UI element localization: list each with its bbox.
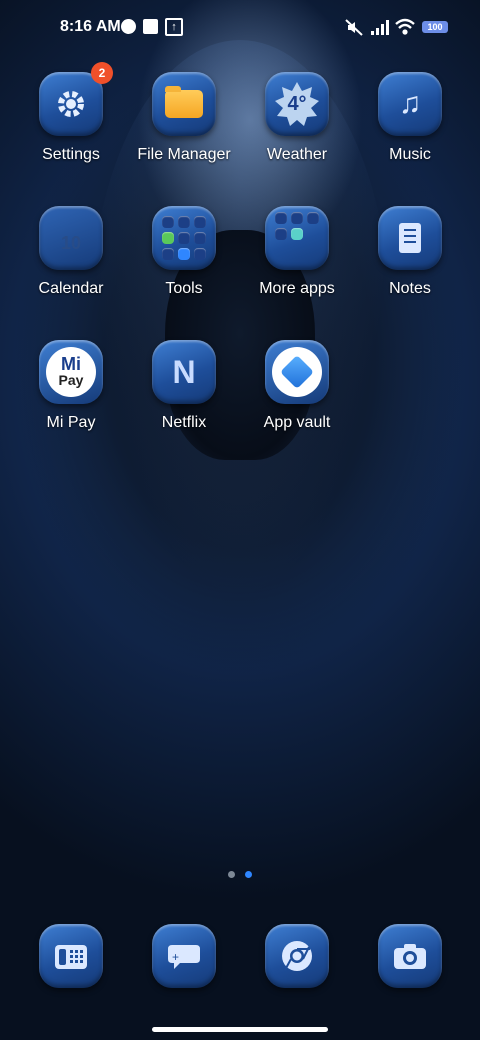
app-label: Tools bbox=[165, 280, 203, 297]
app-netflix[interactable]: N Netflix bbox=[129, 340, 239, 432]
wifi-icon bbox=[395, 18, 415, 35]
chrome-icon[interactable] bbox=[265, 924, 329, 988]
mi-pay-logo-top: Mi bbox=[61, 354, 81, 374]
mute-vibrate-icon bbox=[345, 19, 363, 36]
app-label: App vault bbox=[263, 414, 331, 431]
netflix-glyph: N bbox=[172, 353, 196, 390]
app-label: Calendar bbox=[38, 280, 104, 297]
camera-icon[interactable] bbox=[378, 924, 442, 988]
app-label: Weather bbox=[266, 146, 328, 163]
signal-icon bbox=[371, 20, 389, 35]
page-dot[interactable] bbox=[228, 871, 235, 878]
app-label: Settings bbox=[42, 146, 100, 163]
music-note-icon: ♫ bbox=[378, 72, 442, 136]
app-file-manager[interactable]: File Manager bbox=[129, 72, 239, 164]
notification-badge: 2 bbox=[91, 62, 113, 84]
app-vault[interactable]: App vault bbox=[242, 340, 352, 432]
status-time: 8:16 AM bbox=[60, 18, 121, 35]
calendar-icon: 10 bbox=[39, 206, 103, 270]
app-vault-icon bbox=[265, 340, 329, 404]
battery-indicator: 100 bbox=[422, 21, 448, 33]
app-more-apps[interactable]: More apps bbox=[242, 206, 352, 298]
notification-app-icon bbox=[121, 19, 136, 34]
app-label: More apps bbox=[259, 280, 335, 297]
weather-sun-icon: 4° bbox=[265, 72, 329, 136]
mi-pay-icon: Mi Pay bbox=[39, 340, 103, 404]
app-label: Notes bbox=[389, 280, 431, 297]
weather-temp: 4° bbox=[287, 92, 307, 115]
app-music[interactable]: ♫ Music bbox=[355, 72, 465, 164]
tools-folder-icon bbox=[152, 206, 216, 270]
phone-icon[interactable] bbox=[39, 924, 103, 988]
app-label: Netflix bbox=[161, 414, 207, 431]
app-mi-pay[interactable]: Mi Pay Mi Pay bbox=[16, 340, 126, 432]
page-dot-active[interactable] bbox=[245, 871, 252, 878]
app-calendar[interactable]: 10 Calendar bbox=[16, 206, 126, 298]
app-label: Music bbox=[389, 146, 431, 163]
app-tools[interactable]: Tools bbox=[129, 206, 239, 298]
app-settings[interactable]: 2 Settings bbox=[16, 62, 126, 164]
page-indicator bbox=[228, 871, 252, 878]
netflix-icon: N bbox=[152, 340, 216, 404]
notification-square-icon bbox=[143, 19, 158, 34]
calendar-day: 10 bbox=[60, 232, 82, 253]
app-notes[interactable]: Notes bbox=[355, 206, 465, 298]
status-bar: 8:16 AM ↑ 100 bbox=[0, 0, 480, 56]
messages-icon[interactable]: + bbox=[152, 924, 216, 988]
notification-upload-icon: ↑ bbox=[165, 18, 183, 36]
gear-icon: 2 bbox=[39, 62, 113, 136]
svg-text:+: + bbox=[172, 950, 179, 964]
home-gesture-bar[interactable] bbox=[152, 1027, 328, 1032]
app-label: File Manager bbox=[137, 146, 231, 163]
app-label: Mi Pay bbox=[46, 414, 96, 431]
app-weather[interactable]: 4° Weather bbox=[242, 72, 352, 164]
more-apps-folder-icon bbox=[265, 206, 329, 270]
notes-icon bbox=[378, 206, 442, 270]
folder-icon bbox=[152, 72, 216, 136]
mi-pay-logo-bottom: Pay bbox=[58, 372, 84, 388]
